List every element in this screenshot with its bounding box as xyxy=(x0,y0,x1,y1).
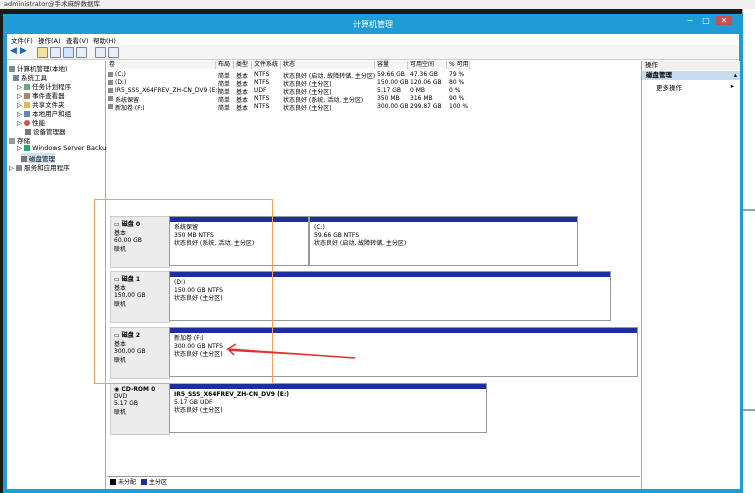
annotation-arrow xyxy=(225,343,356,359)
